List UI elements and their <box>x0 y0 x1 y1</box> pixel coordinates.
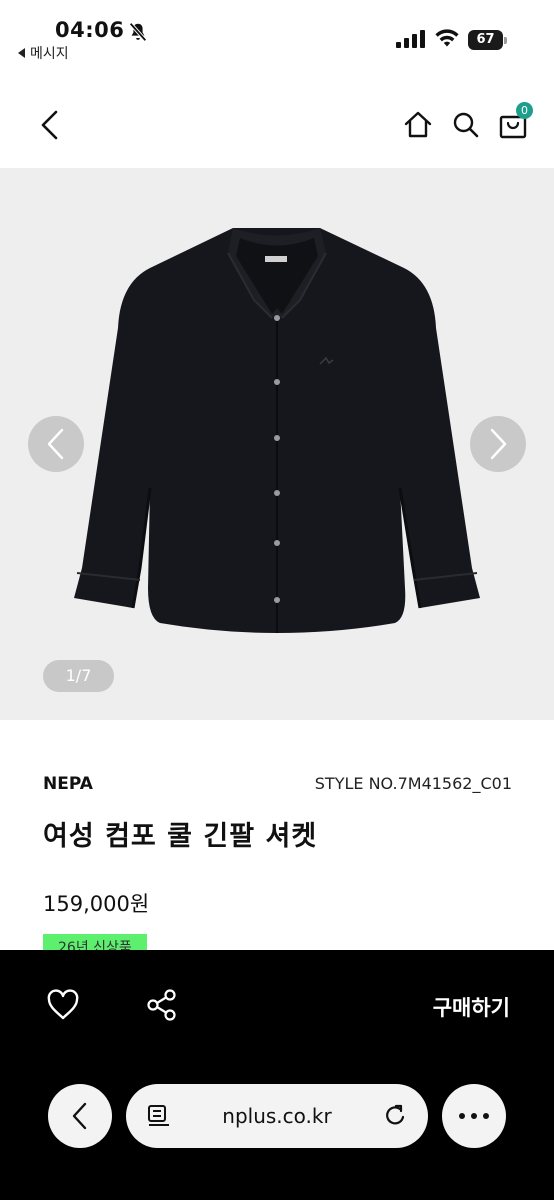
wifi-icon <box>435 29 459 47</box>
share-icon <box>147 989 176 1021</box>
product-brand[interactable]: NEPA <box>43 774 93 794</box>
cellular-signal-icon <box>396 30 425 48</box>
buy-button[interactable]: 구매하기 <box>433 992 510 1022</box>
reader-mode-icon[interactable] <box>146 1104 172 1128</box>
gallery-next-button[interactable] <box>470 416 526 472</box>
page-header: 0 <box>0 88 554 164</box>
bell-muted-icon <box>129 22 147 42</box>
cart-button[interactable]: 0 <box>495 102 533 143</box>
product-image-gallery[interactable]: 1/7 <box>0 168 554 720</box>
home-button[interactable] <box>400 107 436 143</box>
chevron-left-icon <box>47 428 64 460</box>
chevron-left-icon <box>72 1102 87 1130</box>
home-icon <box>404 111 432 138</box>
back-app-label: 메시지 <box>30 46 69 62</box>
battery-indicator: 67 <box>468 30 508 50</box>
status-bar: 04:06 메시지 67 <box>0 0 554 78</box>
gallery-pager: 1/7 <box>43 660 114 692</box>
back-button[interactable] <box>32 107 68 143</box>
product-price: 159,000원 <box>43 892 150 916</box>
product-name: 여성 컴포 쿨 긴팔 셔켓 <box>43 821 318 852</box>
battery-level: 67 <box>476 32 495 47</box>
cart-count-badge: 0 <box>516 102 533 119</box>
gallery-prev-button[interactable] <box>28 416 84 472</box>
reload-icon[interactable] <box>382 1103 408 1129</box>
clock: 04:06 <box>55 18 125 42</box>
bottom-action-bar: 구매하기 <box>0 950 554 1200</box>
browser-back-button[interactable] <box>48 1084 112 1148</box>
browser-more-button[interactable] <box>442 1084 506 1148</box>
share-button[interactable] <box>144 987 180 1023</box>
battery-cap <box>504 37 507 44</box>
chevron-right-icon <box>490 428 507 460</box>
product-style-number: STYLE NO.7M41562_C01 <box>314 774 512 793</box>
heart-icon <box>47 989 79 1020</box>
wishlist-button[interactable] <box>45 987 81 1023</box>
chevron-left-icon <box>41 110 58 140</box>
search-icon <box>453 112 479 138</box>
back-triangle-icon <box>18 48 25 58</box>
address-bar[interactable]: nplus.co.kr <box>126 1084 428 1148</box>
url-text: nplus.co.kr <box>222 1104 332 1128</box>
search-button[interactable] <box>448 107 484 143</box>
back-to-app-link[interactable]: 메시지 <box>18 43 69 63</box>
more-horizontal-icon <box>459 1113 489 1119</box>
